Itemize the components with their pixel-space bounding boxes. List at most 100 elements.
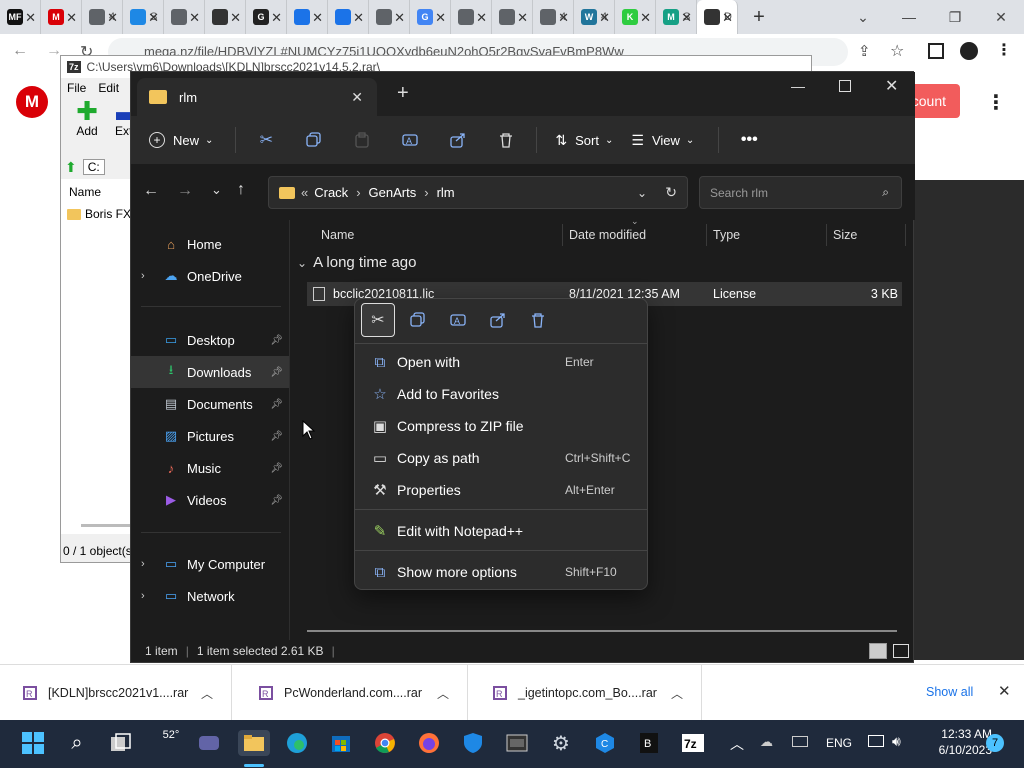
maximize-button[interactable] <box>839 80 851 92</box>
menu-file[interactable]: File <box>67 81 86 95</box>
paste-icon[interactable] <box>338 132 386 148</box>
browser-tab[interactable]: ✕ <box>205 0 246 34</box>
browser-tab[interactable]: M ✕ <box>41 0 82 34</box>
copy-icon[interactable] <box>401 303 435 337</box>
menu-item-copy-as-path[interactable]: ▭ Copy as path Ctrl+Shift+C <box>359 443 643 473</box>
chevron-up-icon[interactable]: ︿ <box>437 685 449 702</box>
breadcrumb-genarts[interactable]: GenArts <box>369 185 417 200</box>
details-view-icon[interactable] <box>869 643 887 659</box>
tiles-view-icon[interactable] <box>893 644 909 658</box>
firefox-icon[interactable] <box>416 730 442 756</box>
sidebar-item-desktop[interactable]: ▭ Desktop 📌︎ <box>131 324 289 356</box>
close-tab-icon[interactable]: ✕ <box>351 89 363 106</box>
browser-tab[interactable]: ✕ <box>164 0 205 34</box>
sidebar-item-documents[interactable]: ▤ Documents 📌︎ <box>131 388 289 420</box>
new-tab-button[interactable]: + <box>397 82 409 105</box>
browser-tab[interactable]: G ✕ <box>410 0 451 34</box>
add-button[interactable]: ✚ Add <box>69 98 105 138</box>
close-tab-icon[interactable]: ✕ <box>599 10 610 26</box>
settings-icon[interactable]: ⚙ <box>548 730 574 756</box>
forward-icon[interactable]: → <box>177 182 193 200</box>
show-all-link[interactable]: Show all <box>926 685 973 699</box>
share-icon[interactable] <box>434 132 482 148</box>
chrome-menu-icon[interactable]: ⋮ <box>996 40 1012 60</box>
close-tab-icon[interactable]: ✕ <box>517 10 528 26</box>
chevron-right-icon[interactable]: › <box>141 558 155 570</box>
search-input[interactable]: Search rlm ⌕ <box>699 176 902 209</box>
path-field[interactable]: C: <box>82 159 105 175</box>
close-tab-icon[interactable]: ✕ <box>66 10 77 26</box>
browser-tab[interactable]: D ✕ <box>697 0 738 34</box>
sidebar-item-pictures[interactable]: ▨ Pictures 📌︎ <box>131 420 289 452</box>
browser-tab[interactable]: ✕ <box>369 0 410 34</box>
menu-item-properties[interactable]: ⚒ Properties Alt+Enter <box>359 475 643 505</box>
weather-widget[interactable]: 52° <box>152 729 180 756</box>
chevron-down-icon[interactable]: ⌄ <box>840 9 886 26</box>
close-tab-icon[interactable]: ✕ <box>681 10 692 26</box>
keyboard-icon[interactable] <box>792 736 808 747</box>
download-item[interactable]: R _igetintopc.com_Bo....rar ︿ <box>470 665 702 721</box>
menu-item-show-more-options[interactable]: ⧉ Show more options Shift+F10 <box>359 557 643 587</box>
sort-button[interactable]: ⇅ Sort ⌄ <box>555 132 613 149</box>
browser-tab[interactable]: ✕ <box>287 0 328 34</box>
display-icon[interactable] <box>868 735 884 747</box>
chevron-down-icon[interactable]: ⌄ <box>637 186 647 200</box>
new-button[interactable]: + New ⌄ <box>149 132 213 148</box>
notification-badge[interactable]: 7 <box>986 734 1004 752</box>
recent-locations-icon[interactable]: ⌄ <box>211 182 222 198</box>
column-name[interactable]: Name <box>321 224 354 246</box>
sidebar-item-network[interactable]: › ▭ Network <box>131 580 289 612</box>
chevron-right-icon[interactable]: › <box>141 590 155 602</box>
browser-tab[interactable]: MF ✕ <box>0 0 41 34</box>
side-panel-icon[interactable] <box>928 43 944 59</box>
restore-button[interactable]: ❐ <box>932 9 978 26</box>
c-app-icon[interactable]: C <box>592 730 618 756</box>
close-tab-icon[interactable]: ✕ <box>722 10 733 26</box>
close-tab-icon[interactable]: ✕ <box>148 10 159 26</box>
browser-tab[interactable]: G ✕ <box>246 0 287 34</box>
cut-icon[interactable]: ✂ <box>242 130 290 150</box>
column-size[interactable]: Size <box>833 224 857 246</box>
close-tab-icon[interactable]: ✕ <box>394 10 405 26</box>
chrome-icon[interactable] <box>372 730 398 756</box>
sidebar-item-onedrive[interactable]: › ☁ OneDrive <box>131 260 289 292</box>
browser-tab[interactable]: ✕ <box>328 0 369 34</box>
close-tab-icon[interactable]: ✕ <box>25 10 36 26</box>
address-bar[interactable]: « Crack › GenArts › rlm ⌄ ↻ <box>268 176 688 209</box>
cut-icon[interactable]: ✂ <box>361 303 395 337</box>
rename-icon[interactable]: A <box>386 132 434 148</box>
column-name[interactable]: Name <box>69 185 101 199</box>
task-view-icon[interactable] <box>108 730 134 756</box>
horizontal-scrollbar[interactable] <box>307 630 897 632</box>
teams-icon[interactable] <box>196 730 222 756</box>
store-icon[interactable] <box>328 730 354 756</box>
sidebar-item-my-computer[interactable]: › ▭ My Computer <box>131 548 289 580</box>
browser-tab[interactable]: 4 ✕ <box>533 0 574 34</box>
breadcrumb-rlm[interactable]: rlm <box>437 185 455 200</box>
close-icon[interactable]: ✕ <box>998 682 1011 700</box>
sidebar-item-videos[interactable]: ▶ Videos 📌︎ <box>131 484 289 516</box>
group-header[interactable]: ⌄ A long time ago <box>297 254 416 271</box>
close-tab-icon[interactable]: ✕ <box>312 10 323 26</box>
file-explorer-taskbar-icon[interactable] <box>238 730 270 756</box>
breadcrumb-crack[interactable]: Crack <box>314 185 348 200</box>
close-button[interactable]: ✕ <box>885 76 898 96</box>
network-off-icon[interactable]: ☁ <box>760 734 773 750</box>
menu-edit[interactable]: Edit <box>98 81 119 95</box>
delete-icon[interactable] <box>482 132 530 148</box>
folder-row[interactable]: Boris FX <box>67 207 131 221</box>
browser-tab[interactable]: K ✕ <box>615 0 656 34</box>
profile-icon[interactable] <box>960 42 978 60</box>
up-icon[interactable]: ↑ <box>237 181 245 199</box>
up-folder-icon[interactable]: ⬆ <box>65 159 77 176</box>
sidebar-item-downloads[interactable]: ⭳ Downloads 📌︎ <box>131 356 289 388</box>
shield-icon[interactable] <box>460 730 486 756</box>
chevron-up-icon[interactable]: ︿ <box>201 685 213 702</box>
close-tab-icon[interactable]: ✕ <box>271 10 282 26</box>
download-item[interactable]: R PcWonderland.com....rar ︿ <box>236 665 468 721</box>
minimize-button[interactable]: — <box>791 78 805 94</box>
volume-icon[interactable]: 🔊︎ <box>892 733 901 750</box>
mega-menu-icon[interactable]: ⋮ <box>986 90 1006 115</box>
close-tab-icon[interactable]: ✕ <box>476 10 487 26</box>
clock[interactable]: 12:33 AM 6/10/2023 <box>920 726 992 758</box>
